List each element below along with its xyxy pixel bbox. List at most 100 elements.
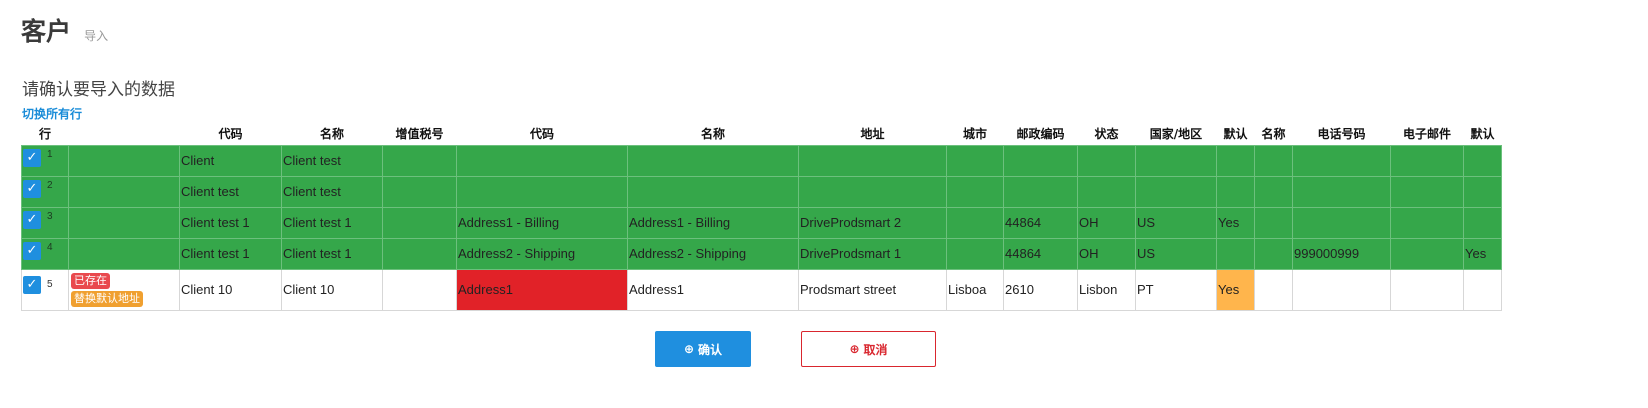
status-cell bbox=[68, 206, 180, 239]
error-cell: Address1 bbox=[456, 268, 628, 311]
page-title: 客户 bbox=[21, 17, 72, 46]
table-cell bbox=[946, 237, 1004, 270]
table-cell: Lisboa bbox=[946, 268, 1004, 311]
table-cell bbox=[1292, 144, 1391, 177]
table-cell: 44864 bbox=[1003, 206, 1078, 239]
row-select-cell: ✓ 1 bbox=[21, 144, 69, 177]
confirm-heading: 请确认要导入的数据 bbox=[22, 80, 175, 100]
table-cell bbox=[382, 237, 457, 270]
table-cell: Lisbon bbox=[1077, 268, 1136, 311]
column-header: 名称 bbox=[700, 126, 725, 141]
table-row: ✓ 3 Client test 1 Client test 1 Address1… bbox=[21, 206, 1502, 239]
table-row: ✓ 2 Client test Client test bbox=[21, 175, 1502, 208]
table-cell: Prodsmart street bbox=[798, 268, 947, 311]
table-cell: Client test 1 bbox=[179, 206, 282, 239]
table-cell bbox=[1292, 268, 1391, 311]
table-cell bbox=[1390, 175, 1464, 208]
column-header: 默认 bbox=[1223, 126, 1248, 141]
table-cell: OH bbox=[1077, 206, 1136, 239]
table-cell: US bbox=[1135, 237, 1217, 270]
row-checkbox[interactable]: ✓ bbox=[23, 179, 41, 198]
import-table: 行 代码 名称 增值税号 代码 名称 地址 城市 邮政编码 状态 国家/地区 默… bbox=[21, 122, 1502, 311]
table-cell bbox=[1254, 206, 1293, 239]
warning-cell: Yes bbox=[1216, 268, 1255, 311]
row-select-cell: ✓ 4 bbox=[21, 237, 69, 270]
column-header: 电话号码 bbox=[1317, 126, 1366, 141]
table-cell bbox=[1135, 175, 1217, 208]
row-checkbox[interactable]: ✓ bbox=[23, 241, 41, 260]
column-header: 电子邮件 bbox=[1402, 126, 1451, 141]
table-cell: Yes bbox=[1463, 237, 1502, 270]
table-cell: OH bbox=[1077, 237, 1136, 270]
table-row: ✓ 1 Client Client test bbox=[21, 144, 1502, 177]
table-cell bbox=[1463, 206, 1502, 239]
table-cell: Client test 1 bbox=[281, 237, 383, 270]
row-checkbox[interactable]: ✓ bbox=[23, 148, 41, 167]
table-cell: US bbox=[1135, 206, 1217, 239]
page-header: 客户 导入 bbox=[21, 12, 108, 48]
table-cell bbox=[798, 144, 947, 177]
cancel-label: 取消 bbox=[863, 342, 888, 357]
table-cell bbox=[1463, 144, 1502, 177]
table-cell bbox=[1135, 144, 1217, 177]
check-icon: ✓ bbox=[26, 242, 38, 258]
table-cell: Address1 - Billing bbox=[627, 206, 799, 239]
table-cell: Client 10 bbox=[281, 268, 383, 311]
table-cell: Client test 1 bbox=[179, 237, 282, 270]
table-cell: 44864 bbox=[1003, 237, 1078, 270]
table-cell: DriveProdsmart 2 bbox=[798, 206, 947, 239]
row-select-cell: ✓ 3 bbox=[21, 206, 69, 239]
table-cell bbox=[382, 268, 457, 311]
table-cell: Client test bbox=[179, 175, 282, 208]
table-cell: Address2 - Shipping bbox=[627, 237, 799, 270]
table-cell bbox=[1390, 144, 1464, 177]
row-select-cell: ✓ 5 bbox=[21, 268, 69, 311]
table-cell bbox=[1292, 206, 1391, 239]
row-number: 4 bbox=[47, 241, 53, 253]
table-cell bbox=[1463, 268, 1502, 311]
column-header: 增值税号 bbox=[395, 126, 444, 141]
status-cell bbox=[68, 175, 180, 208]
table-cell bbox=[1390, 237, 1464, 270]
table-cell bbox=[1390, 206, 1464, 239]
table-cell bbox=[1077, 175, 1136, 208]
table-cell: Yes bbox=[1216, 206, 1255, 239]
table-cell bbox=[382, 206, 457, 239]
column-header: 名称 bbox=[319, 126, 344, 141]
status-cell: 已存在 替换默认地址 bbox=[68, 268, 180, 311]
exists-badge: 已存在 bbox=[71, 272, 110, 289]
table-cell bbox=[1216, 144, 1255, 177]
cancel-button[interactable]: ⊕ 取消 bbox=[801, 331, 936, 367]
table-cell: Client bbox=[179, 144, 282, 177]
row-number: 2 bbox=[47, 179, 53, 191]
status-cell bbox=[68, 144, 180, 177]
replace-default-address-badge: 替换默认地址 bbox=[71, 290, 143, 307]
table-cell bbox=[946, 206, 1004, 239]
column-header: 代码 bbox=[529, 126, 554, 141]
row-checkbox[interactable]: ✓ bbox=[23, 275, 41, 294]
table-cell bbox=[382, 144, 457, 177]
table-cell bbox=[456, 144, 628, 177]
table-header-row: 行 代码 名称 增值税号 代码 名称 地址 城市 邮政编码 状态 国家/地区 默… bbox=[22, 122, 1502, 145]
status-cell bbox=[68, 237, 180, 270]
confirm-button[interactable]: ⊕ 确认 bbox=[655, 331, 751, 367]
table-cell: 2610 bbox=[1003, 268, 1078, 311]
row-checkbox[interactable]: ✓ bbox=[23, 210, 41, 229]
check-icon: ✓ bbox=[26, 180, 38, 196]
table-cell bbox=[1254, 268, 1293, 311]
column-header: 城市 bbox=[962, 126, 987, 141]
table-cell: Address1 - Billing bbox=[456, 206, 628, 239]
table-cell bbox=[1003, 144, 1078, 177]
table-cell bbox=[382, 175, 457, 208]
table-cell bbox=[1463, 175, 1502, 208]
column-header: 默认 bbox=[1470, 126, 1495, 141]
column-header: 邮政编码 bbox=[1016, 126, 1065, 141]
table-cell: Client test 1 bbox=[281, 206, 383, 239]
table-cell bbox=[1254, 237, 1293, 270]
table-cell bbox=[1254, 144, 1293, 177]
toggle-all-rows-link[interactable]: 切换所有行 bbox=[22, 105, 82, 122]
table-cell: Client 10 bbox=[179, 268, 282, 311]
table-cell bbox=[1003, 175, 1078, 208]
table-row: ✓ 4 Client test 1 Client test 1 Address2… bbox=[21, 237, 1502, 270]
column-header: 行 bbox=[38, 126, 51, 141]
